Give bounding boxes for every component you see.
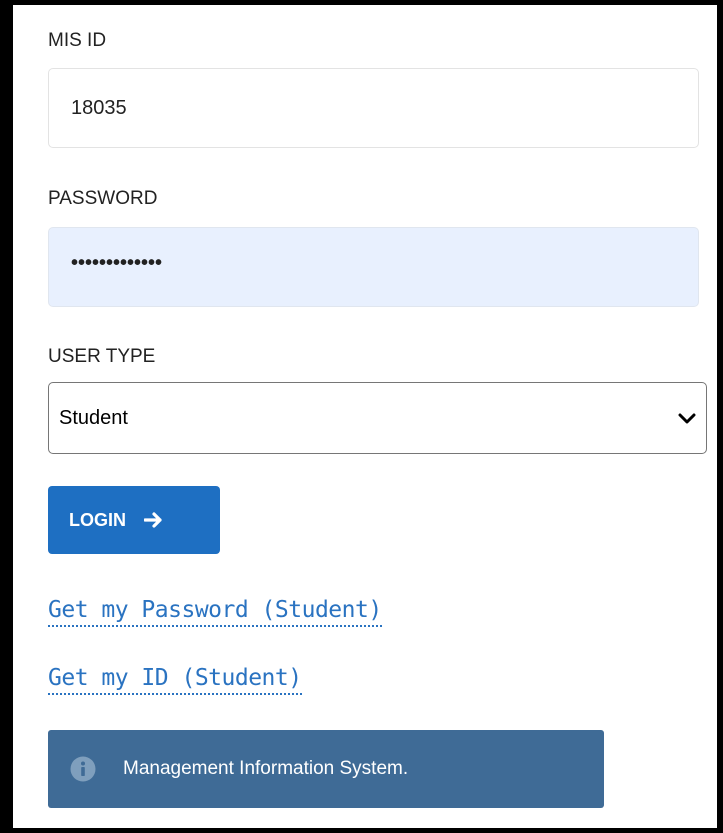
password-input[interactable]: ••••••••••••• xyxy=(48,227,699,307)
mis-id-input[interactable]: 18035 xyxy=(48,68,699,148)
user-type-label: USER TYPE xyxy=(48,346,156,367)
mis-id-label: MIS ID xyxy=(48,30,107,51)
user-type-selected-value: Student xyxy=(59,407,128,429)
info-message: Management Information System. xyxy=(123,758,409,779)
get-password-link[interactable]: Get my Password (Student) xyxy=(48,596,382,627)
info-circle-icon xyxy=(70,756,96,782)
chevron-down-icon xyxy=(678,413,696,424)
info-banner: Management Information System. xyxy=(48,730,604,808)
password-mask: ••••••••••••• xyxy=(71,252,163,274)
login-button-label: LOGIN xyxy=(69,509,126,530)
password-label: PASSWORD xyxy=(48,188,158,209)
arrow-right-icon xyxy=(144,512,162,528)
user-type-select[interactable]: Student xyxy=(48,382,707,454)
mis-id-value: 18035 xyxy=(71,97,127,119)
login-button[interactable]: LOGIN xyxy=(48,486,220,554)
get-id-link[interactable]: Get my ID (Student) xyxy=(48,664,302,695)
